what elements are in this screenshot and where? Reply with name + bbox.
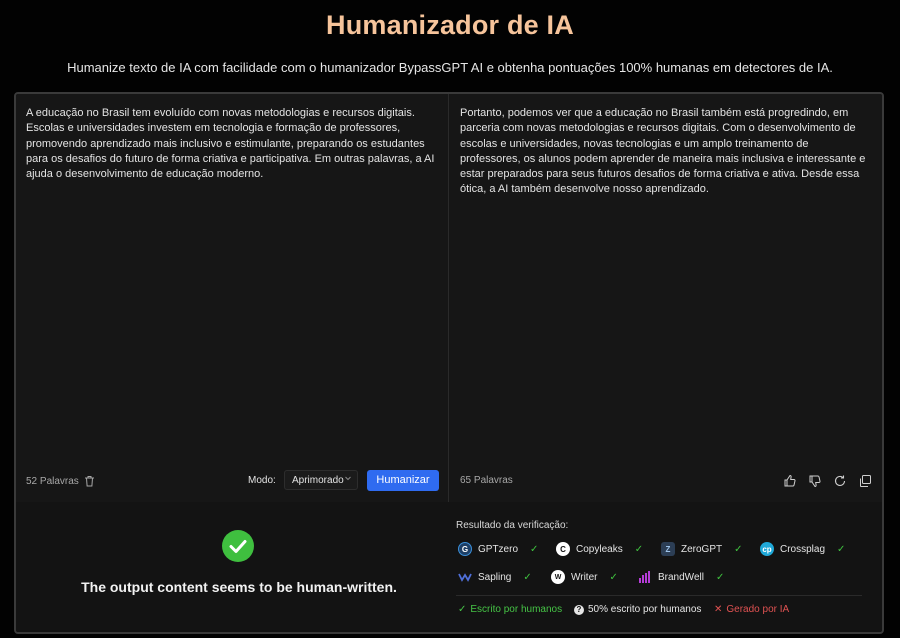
regenerate-icon[interactable] <box>833 474 847 488</box>
result-panel: The output content seems to be human-wri… <box>16 502 882 632</box>
legend-human: ✓ Escrito por humanos <box>458 604 562 615</box>
output-word-count: 65 Palavras <box>460 475 513 486</box>
detector-name: Writer <box>571 571 598 583</box>
divider <box>456 595 862 596</box>
question-icon: ? <box>574 604 584 615</box>
detector-name: Sapling <box>478 571 512 583</box>
copy-icon[interactable] <box>858 474 872 488</box>
gptzero-icon: G <box>458 542 472 556</box>
close-icon: ✕ <box>714 604 723 615</box>
humanizer-card: A educação no Brasil tem evoluído com no… <box>14 92 884 634</box>
thumbs-down-icon[interactable] <box>808 474 822 488</box>
verification-title: Resultado da verificação: <box>456 520 569 531</box>
detector-name: Crossplag <box>780 543 826 555</box>
detector-name: ZeroGPT <box>681 543 723 555</box>
humanize-button[interactable]: Humanizar <box>367 470 439 491</box>
writer-icon: W <box>551 570 565 584</box>
input-pane[interactable]: A educação no Brasil tem evoluído com no… <box>16 94 449 502</box>
check-icon: ✓ <box>837 543 846 555</box>
crossplag-icon: cp <box>760 542 774 556</box>
detector-brandwell: BrandWell ✓ <box>638 570 724 584</box>
mode-label: Modo: <box>248 475 276 486</box>
input-textarea[interactable]: A educação no Brasil tem evoluído com no… <box>26 106 438 182</box>
copyleaks-icon: C <box>556 542 570 556</box>
legend-half-label: 50% escrito por humanos <box>588 604 702 615</box>
check-icon: ✓ <box>523 571 532 583</box>
check-icon: ✓ <box>458 604 467 615</box>
detector-gptzero: G GPTzero ✓ <box>458 542 538 556</box>
page-subtitle: Humanize texto de IA com facilidade com … <box>67 60 833 75</box>
detector-crossplag: cp Crossplag ✓ <box>760 542 845 556</box>
trash-icon[interactable] <box>84 475 95 487</box>
detector-writer: W Writer ✓ <box>551 570 618 584</box>
legend-half: ? 50% escrito por humanos <box>574 604 701 615</box>
zerogpt-icon: Z <box>661 542 675 556</box>
detector-name: GPTzero <box>478 543 519 555</box>
success-check-icon <box>222 530 254 562</box>
chevron-down-icon <box>344 474 352 484</box>
thumbs-up-icon[interactable] <box>783 474 797 488</box>
check-icon: ✓ <box>715 571 725 583</box>
check-icon: ✓ <box>634 543 644 555</box>
legend-ai-label: Gerado por IA <box>726 604 790 615</box>
input-word-count-label: 52 Palavras <box>26 475 79 487</box>
brandwell-icon <box>638 570 652 584</box>
output-word-count-label: 65 Palavras <box>460 475 513 486</box>
output-pane: Portanto, podemos ver que a educação no … <box>450 94 882 502</box>
result-message: The output content seems to be human-wri… <box>81 579 397 595</box>
mode-select-value: Aprimorado <box>292 475 344 486</box>
legend-ai: ✕ Gerado por IA <box>714 604 789 615</box>
output-text: Portanto, podemos ver que a educação no … <box>460 107 866 196</box>
page-title: Humanizador de IA <box>326 10 574 40</box>
output-actions <box>783 474 872 488</box>
check-icon: ✓ <box>530 543 539 555</box>
check-icon: ✓ <box>609 571 618 583</box>
detector-sapling: Sapling ✓ <box>458 570 532 584</box>
detector-name: Copyleaks <box>576 543 623 555</box>
detector-copyleaks: C Copyleaks ✓ <box>556 542 643 556</box>
input-word-count: 52 Palavras <box>26 475 95 487</box>
sapling-icon <box>458 570 472 584</box>
detector-name: BrandWell <box>658 571 704 583</box>
mode-select[interactable]: Aprimorado <box>284 470 358 490</box>
legend-human-label: Escrito por humanos <box>470 604 563 615</box>
detector-zerogpt: Z ZeroGPT ✓ <box>661 542 743 556</box>
check-icon: ✓ <box>734 543 743 555</box>
